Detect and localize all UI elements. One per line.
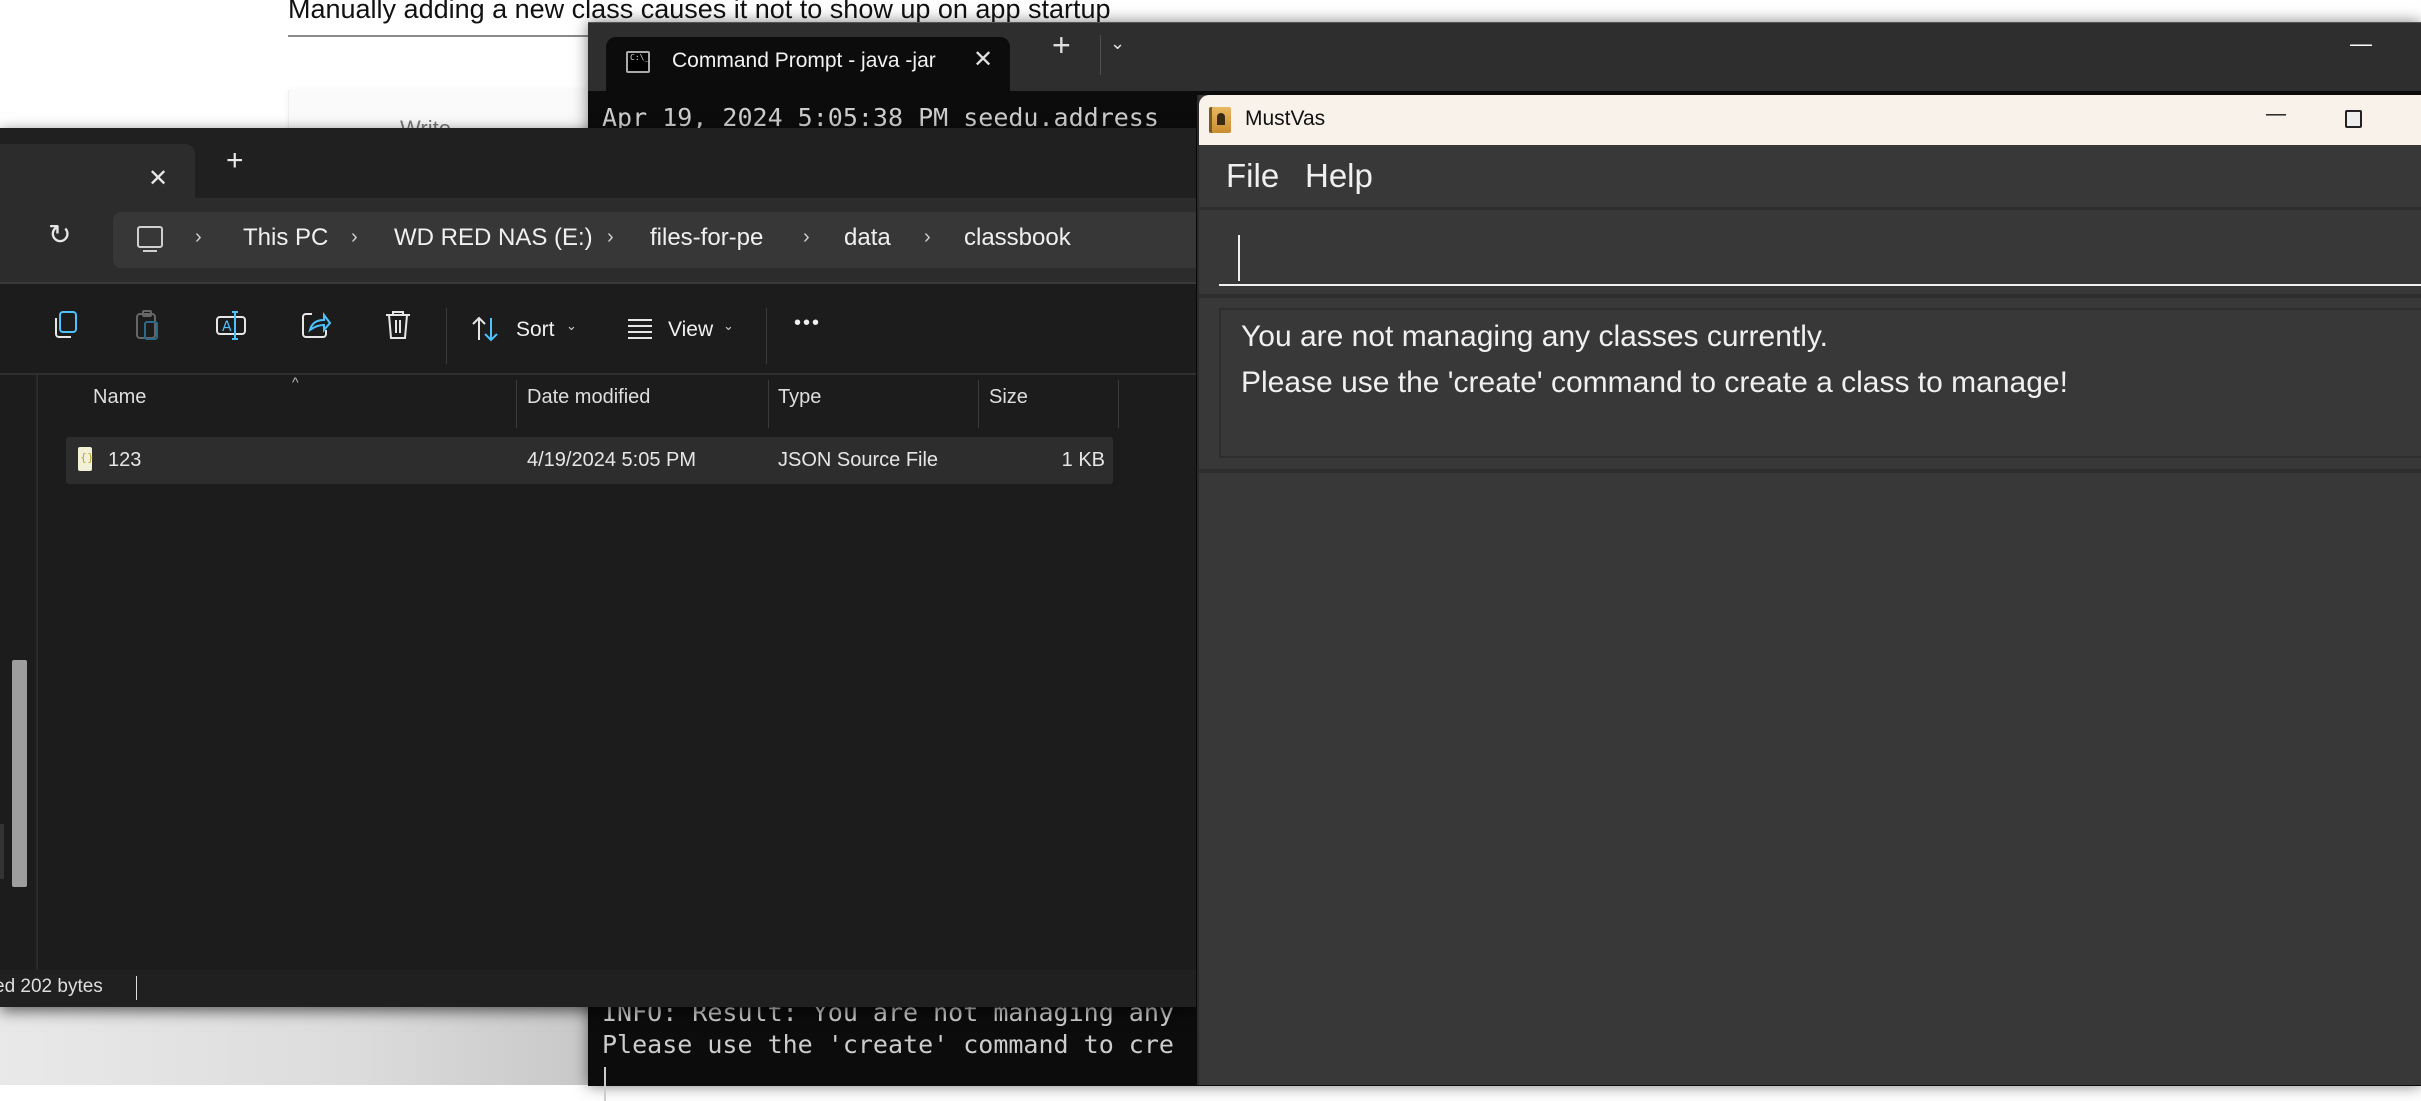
delete-icon[interactable] [381, 308, 415, 342]
address-book-icon [1209, 107, 1231, 133]
json-file-icon [78, 447, 94, 471]
file-size: 1 KB [1061, 449, 1105, 471]
title-bar[interactable]: MustVas — [1199, 95, 2421, 145]
terminal-tab-title: Command Prompt - java -jar [672, 49, 936, 72]
this-pc-icon[interactable] [137, 226, 163, 252]
file-date-modified: 4/19/2024 5:05 PM [527, 449, 697, 471]
terminal-tab[interactable]: C:\_ Command Prompt - java -jar ✕ [606, 37, 1010, 91]
status-bar: ed 202 bytes [0, 970, 1196, 1007]
close-tab-icon[interactable]: ✕ [148, 164, 168, 193]
sort-icon[interactable] [470, 314, 500, 344]
page-background [0, 1007, 590, 1085]
refresh-icon[interactable]: ↻ [48, 218, 71, 251]
breadcrumb-data[interactable]: data [844, 224, 891, 252]
column-header-type[interactable]: Type [778, 386, 821, 409]
sort-ascending-icon: ^ [292, 374, 299, 390]
result-line: You are not managing any classes current… [1241, 320, 1829, 353]
chevron-right-icon[interactable]: › [351, 226, 358, 249]
panel-divider [1199, 294, 2421, 298]
file-type: JSON Source File [778, 449, 939, 471]
breadcrumb-files-for-pe[interactable]: files-for-pe [650, 224, 763, 252]
breadcrumb-this-pc[interactable]: This PC [243, 224, 328, 252]
chevron-right-icon[interactable]: › [195, 226, 202, 249]
close-tab-icon[interactable]: ✕ [973, 45, 993, 74]
maximize-icon[interactable] [2345, 110, 2362, 128]
navigation-pane-scrollbar[interactable] [12, 660, 27, 887]
rename-icon[interactable]: A [214, 308, 248, 342]
breadcrumb-drive[interactable]: WD RED NAS (E:) [394, 224, 593, 252]
chevron-right-icon[interactable]: › [924, 226, 931, 249]
share-icon[interactable] [298, 308, 332, 342]
command-input[interactable] [1219, 210, 2421, 286]
status-divider [136, 976, 137, 1000]
terminal-tab-bar: C:\_ Command Prompt - java -jar ✕ + ⌄ — [588, 23, 2421, 91]
explorer-tab[interactable]: ✕ [0, 144, 195, 198]
heading-divider [288, 35, 608, 37]
navigation-pane-item [0, 824, 4, 879]
column-divider[interactable] [516, 380, 517, 428]
column-header-name[interactable]: Name [93, 386, 146, 409]
chevron-down-icon: ⌄ [566, 318, 577, 333]
sort-button[interactable]: Sort [516, 318, 555, 342]
command-bar: A Sort ⌄ View ⌄ ••• [0, 284, 1196, 374]
file-explorer-window: ✕ + ↻ › This PC › WD RED NAS (E:) › file… [0, 128, 1196, 1007]
minimize-icon[interactable]: — [2350, 31, 2372, 57]
pane-divider [0, 373, 1196, 375]
navigation-pane-edge[interactable] [36, 375, 38, 1007]
menu-bar: File Help [1199, 145, 2421, 210]
new-tab-icon[interactable]: + [226, 144, 244, 178]
terminal-output-line: Please use the 'create' command to cre [602, 1030, 1174, 1059]
terminal-cursor [604, 1067, 606, 1101]
paste-icon[interactable] [131, 308, 165, 342]
selection-status: ed 202 bytes [0, 976, 103, 997]
chevron-down-icon: ⌄ [723, 318, 734, 333]
panel-divider [1199, 469, 2421, 473]
minimize-icon[interactable]: — [2266, 103, 2286, 126]
breadcrumb-classbook[interactable]: classbook [964, 224, 1071, 252]
chevron-down-icon[interactable]: ⌄ [1110, 33, 1125, 54]
view-button[interactable]: View [668, 318, 713, 342]
chevron-right-icon[interactable]: › [803, 226, 810, 249]
column-header-size[interactable]: Size [989, 386, 1028, 409]
new-tab-icon[interactable]: + [1052, 27, 1071, 64]
column-divider[interactable] [1118, 380, 1119, 428]
command-box [1199, 210, 2421, 290]
view-icon[interactable] [626, 314, 654, 342]
address-bar[interactable]: › This PC › WD RED NAS (E:) › files-for-… [113, 212, 1196, 268]
column-divider[interactable] [978, 380, 979, 428]
column-divider[interactable] [768, 380, 769, 428]
explorer-tab-bar: ✕ + [0, 128, 1196, 198]
mustvas-window: MustVas — File Help You are not managing… [1197, 95, 2421, 1085]
svg-text:A: A [222, 319, 232, 335]
cmd-icon: C:\_ [626, 51, 650, 73]
toolbar-divider [766, 308, 767, 364]
menu-help[interactable]: Help [1305, 157, 1373, 195]
more-options-button[interactable]: ••• [794, 312, 821, 335]
window-title: MustVas [1245, 107, 1326, 130]
chevron-right-icon[interactable]: › [607, 226, 614, 249]
column-header-date-modified[interactable]: Date modified [527, 386, 650, 409]
file-row[interactable]: 123 4/19/2024 5:05 PM JSON Source File 1… [66, 437, 1113, 484]
text-cursor [1238, 235, 1240, 281]
toolbar-divider [446, 308, 447, 364]
tab-divider [1100, 35, 1101, 75]
file-name: 123 [108, 449, 142, 471]
copy-icon[interactable] [48, 308, 82, 342]
result-display: You are not managing any classes current… [1219, 308, 2421, 458]
navigation-bar: ↻ › This PC › WD RED NAS (E:) › files-fo… [0, 198, 1196, 284]
menu-file[interactable]: File [1226, 157, 1279, 195]
result-line: Please use the 'create' command to creat… [1241, 366, 2068, 399]
